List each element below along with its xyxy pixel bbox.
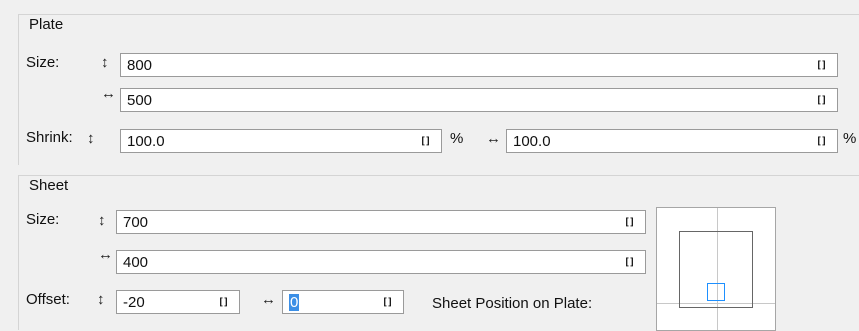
plate-width-value: 500 <box>127 92 153 109</box>
unit-selector-icon[interactable]: [] <box>624 253 635 273</box>
sheet-offset-horizontal-value: 0 <box>289 293 300 313</box>
percent-label: % <box>450 130 464 147</box>
unit-selector-icon[interactable]: [] <box>420 132 431 152</box>
plate-height-value: 800 <box>127 57 153 74</box>
sheet-position-preview[interactable] <box>656 207 776 331</box>
plate-shrink-horizontal-field[interactable]: 100.0 [] <box>506 129 838 153</box>
unit-selector-icon[interactable]: [] <box>816 91 827 111</box>
sheet-offset-horizontal-field[interactable]: 0 [] <box>282 290 404 314</box>
vertical-arrow-icon: ↕ <box>98 212 106 229</box>
horizontal-arrow-icon: ↔ <box>98 246 113 263</box>
plate-shrink-horizontal-value: 100.0 <box>513 133 551 150</box>
sheet-offset-label: Offset: <box>26 291 70 308</box>
sheet-group-title: Sheet <box>29 177 69 194</box>
horizontal-arrow-icon: ↔ <box>101 85 116 102</box>
sheet-width-value: 400 <box>123 254 149 271</box>
vertical-arrow-icon: ↕ <box>101 54 109 71</box>
sheet-offset-vertical-value: -20 <box>123 294 145 311</box>
plate-width-field[interactable]: 500 [] <box>120 88 838 112</box>
plate-group-title: Plate <box>29 16 64 33</box>
plate-shrink-label: Shrink: <box>26 129 73 146</box>
vertical-arrow-icon: ↕ <box>97 291 105 308</box>
plate-shrink-vertical-field[interactable]: 100.0 [] <box>120 129 442 153</box>
selected-text: 0 <box>289 294 300 311</box>
unit-selector-icon[interactable]: [] <box>624 213 635 233</box>
sheet-height-value: 700 <box>123 214 149 231</box>
percent-label: % <box>843 130 857 147</box>
unit-selector-icon[interactable]: [] <box>218 293 229 313</box>
sheet-position-label: Sheet Position on Plate: <box>432 295 593 312</box>
sheet-width-field[interactable]: 400 [] <box>116 250 646 274</box>
sheet-size-label: Size: <box>26 211 60 228</box>
unit-selector-icon[interactable]: [] <box>816 56 827 76</box>
unit-selector-icon[interactable]: [] <box>816 132 827 152</box>
unit-selector-icon[interactable]: [] <box>382 293 393 313</box>
vertical-arrow-icon: ↕ <box>87 130 95 147</box>
sheet-marker <box>707 283 725 301</box>
horizontal-arrow-icon: ↔ <box>486 130 501 147</box>
horizontal-arrow-icon: ↔ <box>261 291 276 308</box>
sheet-height-field[interactable]: 700 [] <box>116 210 646 234</box>
plate-height-field[interactable]: 800 [] <box>120 53 838 77</box>
sheet-offset-vertical-field[interactable]: -20 [] <box>116 290 240 314</box>
plate-shrink-vertical-value: 100.0 <box>127 133 165 150</box>
plate-size-label: Size: <box>26 54 60 71</box>
